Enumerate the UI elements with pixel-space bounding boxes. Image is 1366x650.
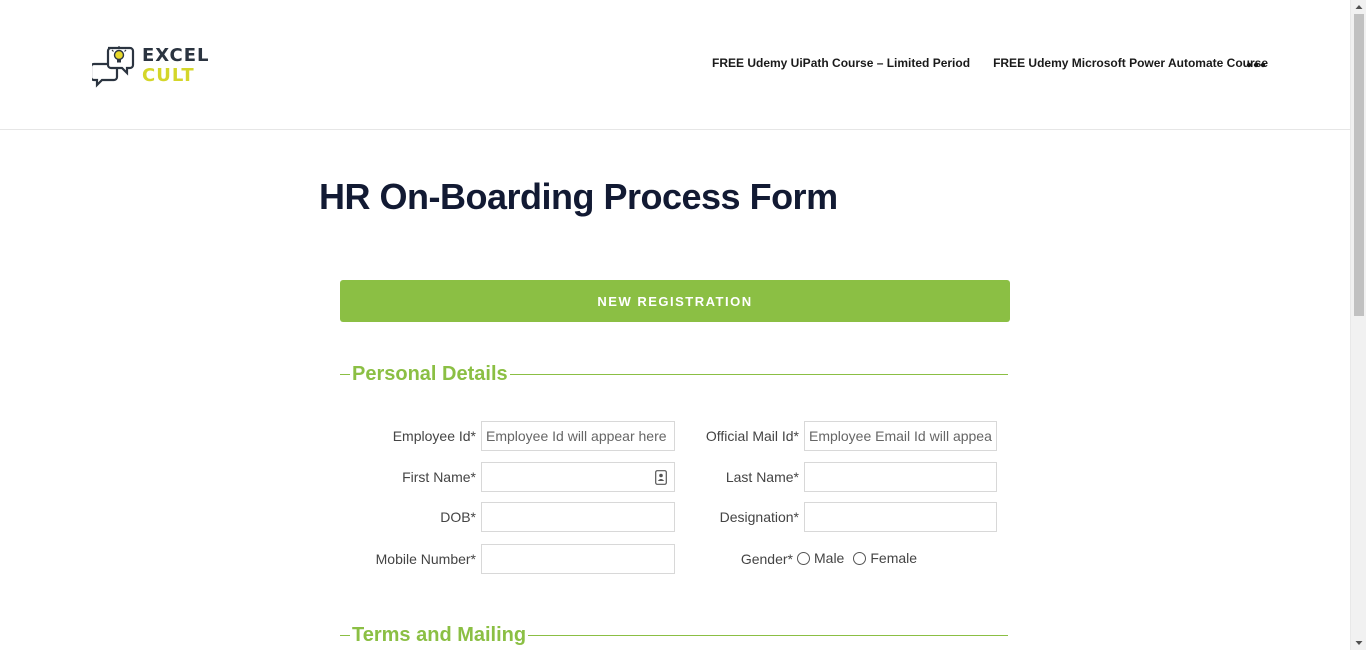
chat-bulb-icon (89, 46, 135, 88)
gender-female-radio[interactable] (853, 551, 867, 565)
gender-label: Gender* (740, 551, 793, 567)
page-title: HR On-Boarding Process Form (319, 176, 838, 217)
gender-female-label[interactable]: Female (870, 550, 917, 566)
main-nav: FREE Udemy UiPath Course – Limited Perio… (712, 56, 1268, 70)
personal-details-section: Personal Details (340, 361, 1008, 387)
contact-card-icon[interactable] (655, 470, 667, 485)
mobile-number-input[interactable] (481, 544, 675, 574)
new-registration-label: NEW REGISTRATION (597, 293, 753, 309)
logo-line-2: CULT (142, 65, 195, 86)
scroll-up-arrow-icon[interactable] (1354, 2, 1364, 12)
dob-label: DOB* (440, 509, 476, 525)
logo-line-1: EXCEL (142, 45, 210, 66)
mobile-number-label: Mobile Number* (375, 551, 476, 567)
designation-label: Designation* (719, 509, 799, 525)
designation-input[interactable] (804, 502, 997, 532)
employee-id-label: Employee Id* (392, 428, 476, 444)
new-registration-banner: NEW REGISTRATION (340, 280, 1010, 322)
personal-details-heading: Personal Details (350, 361, 510, 387)
official-mail-input[interactable] (804, 421, 997, 451)
first-name-label: First Name* (402, 469, 476, 485)
terms-mailing-section: Terms and Mailing (340, 622, 1008, 648)
gender-male-radio[interactable] (797, 551, 810, 565)
excelcult-logo[interactable]: EXCEL CULT (89, 44, 212, 88)
gender-male-label[interactable]: Male (814, 550, 844, 566)
dob-input[interactable] (481, 502, 675, 532)
last-name-input[interactable] (804, 462, 997, 492)
vertical-scrollbar[interactable] (1350, 0, 1366, 650)
scrollbar-thumb[interactable] (1354, 14, 1364, 316)
nav-link-uipath-course[interactable]: FREE Udemy UiPath Course – Limited Perio… (712, 56, 970, 70)
first-name-input[interactable] (481, 462, 675, 492)
logo-text: EXCEL CULT (142, 46, 210, 86)
site-header: EXCEL CULT FREE Udemy UiPath Course – Li… (0, 0, 1350, 130)
gender-radio-group: Male Female (797, 550, 926, 566)
official-mail-label: Official Mail Id* (705, 428, 799, 444)
nav-link-power-automate-course[interactable]: FREE Udemy Microsoft Power Automate Cour… (993, 56, 1268, 70)
employee-id-input[interactable] (481, 421, 675, 451)
terms-mailing-heading: Terms and Mailing (350, 622, 529, 648)
scroll-down-arrow-icon[interactable] (1354, 638, 1364, 648)
ellipsis-icon[interactable] (1246, 56, 1266, 72)
last-name-label: Last Name* (725, 469, 799, 485)
